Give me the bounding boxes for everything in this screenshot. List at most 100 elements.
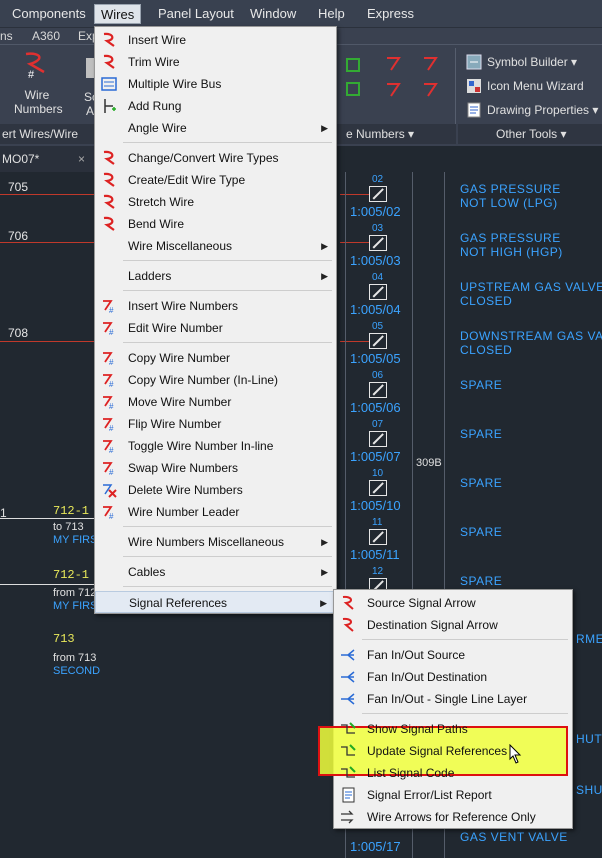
ribbon-tab-ns[interactable]: ns xyxy=(0,29,13,43)
ribbon-wire-icon[interactable] xyxy=(385,56,401,72)
svg-text:#: # xyxy=(109,468,114,476)
desc-partial: SHU xyxy=(576,783,602,797)
icon-menu-wizard-icon[interactable] xyxy=(466,78,482,94)
ref-line-number: 03 xyxy=(372,223,384,234)
menu-item-label: Fan In/Out - Single Line Layer xyxy=(367,692,528,706)
panel-label-wire-numbers[interactable]: e Numbers ▾ xyxy=(336,124,456,144)
wires-menu-item-trim-wire[interactable]: Trim Wire xyxy=(95,51,336,73)
menu-item-label: Wire Miscellaneous xyxy=(128,239,233,253)
wires-menu-item-angle-wire[interactable]: Angle Wire ▶ xyxy=(95,117,336,139)
chevron-right-icon: ▶ xyxy=(321,241,328,251)
signal-ref-box-icon[interactable] xyxy=(369,382,387,398)
wires-menu-item-stretch-wire[interactable]: Stretch Wire xyxy=(95,191,336,213)
close-icon[interactable]: × xyxy=(78,146,85,172)
chevron-right-icon: ▶ xyxy=(320,598,327,608)
ref-line-number: 05 xyxy=(372,321,384,332)
wires-menu-item-multiple-wire-bus[interactable]: Multiple Wire Bus xyxy=(95,73,336,95)
wires-menu-item-insert-wire-numbers[interactable]: # Insert Wire Numbers xyxy=(95,295,336,317)
signal-menu-item-fan-in-out-destination[interactable]: Fan In/Out Destination xyxy=(334,666,572,688)
signal-menu-item-show-signal-paths[interactable]: Show Signal Paths xyxy=(334,718,572,740)
svg-text:#: # xyxy=(109,358,114,366)
signal-menu-item-source-signal-arrow[interactable]: Source Signal Arrow xyxy=(334,592,572,614)
menu-components[interactable]: Components xyxy=(6,4,92,24)
symbol-builder-icon[interactable] xyxy=(466,54,482,70)
menu-panel-layout[interactable]: Panel Layout xyxy=(152,4,240,24)
wires-menu-item-wire-numbers-miscellaneous[interactable]: Wire Numbers Miscellaneous ▶ xyxy=(95,531,336,553)
signal-ref-box-icon[interactable] xyxy=(369,529,387,545)
wires-menu-item-wire-miscellaneous[interactable]: Wire Miscellaneous ▶ xyxy=(95,235,336,257)
ref-line-number: 04 xyxy=(372,272,384,283)
toggle-inline-icon: # xyxy=(101,438,117,455)
signal-description: DOWNSTREAM GAS VALV CLOSED xyxy=(460,329,602,357)
menu-wires[interactable]: Wires xyxy=(94,4,142,24)
wires-menu-item-ladders[interactable]: Ladders ▶ xyxy=(95,265,336,287)
panel-label-other-tools[interactable]: Other Tools ▾ xyxy=(458,124,602,144)
wires-menu-item-create-edit-wire-type[interactable]: Create/Edit Wire Type xyxy=(95,169,336,191)
wire-numbers-icon[interactable]: # xyxy=(22,50,52,81)
menu-item-label: Fan In/Out Destination xyxy=(367,670,488,684)
signal-menu-item-update-signal-references[interactable]: Update Signal References xyxy=(334,740,572,762)
wires-menu-item-copy-wire-number-in-line[interactable]: # Copy Wire Number (In-Line) xyxy=(95,369,336,391)
signal-ref-box-icon[interactable] xyxy=(369,480,387,496)
menu-item-label: Ladders xyxy=(128,269,172,283)
drawing-properties-button[interactable]: Drawing Properties ▾ xyxy=(487,103,598,117)
ribbon-small-icon[interactable] xyxy=(346,58,360,72)
signal-ref-text: from 712 xyxy=(53,587,97,599)
insert-wire-icon xyxy=(101,32,117,48)
signal-menu-item-destination-signal-arrow[interactable]: Destination Signal Arrow xyxy=(334,614,572,636)
wires-menu-item-add-rung[interactable]: Add Rung xyxy=(95,95,336,117)
wires-menu-item-copy-wire-number[interactable]: # Copy Wire Number xyxy=(95,347,336,369)
menu-express[interactable]: Express xyxy=(361,4,420,24)
yellow-label: 712-1 xyxy=(53,504,90,518)
wires-menu-item-delete-wire-numbers[interactable]: Delete Wire Numbers xyxy=(95,479,336,501)
signal-menu-item-fan-in-out-single-line-layer[interactable]: Fan In/Out - Single Line Layer xyxy=(334,688,572,710)
menu-item-label: Wire Number Leader xyxy=(128,505,240,519)
stretch-wire-icon xyxy=(101,194,117,210)
signal-menu-item-list-signal-code[interactable]: List Signal Code xyxy=(334,762,572,784)
wires-menu-item-insert-wire[interactable]: Insert Wire xyxy=(95,29,336,51)
ref-309b: 309B xyxy=(416,457,442,469)
desc-partial: HUTO xyxy=(576,732,602,746)
svg-text:#: # xyxy=(28,69,35,80)
svg-text:#: # xyxy=(109,424,114,432)
menu-help[interactable]: Help xyxy=(312,4,351,24)
convert-wire-icon xyxy=(101,150,117,166)
ref-number: 1:005/04 xyxy=(350,302,401,317)
ribbon-tab-a360[interactable]: A360 xyxy=(32,29,60,43)
schematic-icon[interactable] xyxy=(86,58,94,78)
destination-arrow-icon xyxy=(340,617,356,633)
wires-menu-item-swap-wire-numbers[interactable]: # Swap Wire Numbers xyxy=(95,457,336,479)
svg-text:#: # xyxy=(109,380,114,388)
ribbon-wire4-icon[interactable] xyxy=(422,82,438,98)
document-tab[interactable]: MO07* × xyxy=(0,146,100,172)
ribbon-wire3-icon[interactable] xyxy=(385,82,401,98)
icon-menu-wizard-button[interactable]: Icon Menu Wizard xyxy=(487,79,584,93)
wires-menu-item-signal-references[interactable]: Signal References ▶ xyxy=(95,591,336,613)
wires-menu-item-flip-wire-number[interactable]: # Flip Wire Number xyxy=(95,413,336,435)
svg-text:#: # xyxy=(109,446,114,454)
wires-menu-item-change-convert-wire-types[interactable]: Change/Convert Wire Types xyxy=(95,147,336,169)
wires-menu-item-edit-wire-number[interactable]: # Edit Wire Number xyxy=(95,317,336,339)
wire-numbers-button-label[interactable]: Wire Numbers xyxy=(14,88,63,116)
wires-menu-item-bend-wire[interactable]: Bend Wire xyxy=(95,213,336,235)
ribbon-wire2-icon[interactable] xyxy=(422,56,438,72)
flip-wire-number-icon: # xyxy=(101,416,117,433)
signal-menu-item-signal-error-list-report[interactable]: Signal Error/List Report xyxy=(334,784,572,806)
wires-menu-item-toggle-wire-number-in-line[interactable]: # Toggle Wire Number In-line xyxy=(95,435,336,457)
drawing-properties-icon[interactable] xyxy=(466,102,482,118)
signal-ref-box-icon[interactable] xyxy=(369,284,387,300)
wires-menu-item-wire-number-leader[interactable]: # Wire Number Leader xyxy=(95,501,336,523)
signal-ref-box-icon[interactable] xyxy=(369,431,387,447)
signal-menu-item-fan-in-out-source[interactable]: Fan In/Out Source xyxy=(334,644,572,666)
ribbon-small-icon-2[interactable] xyxy=(346,82,360,96)
signal-ref-box-icon[interactable] xyxy=(369,333,387,349)
signal-ref-box-icon[interactable] xyxy=(369,186,387,202)
menu-window[interactable]: Window xyxy=(244,4,302,24)
wires-menu-item-move-wire-number[interactable]: # Move Wire Number xyxy=(95,391,336,413)
symbol-builder-button[interactable]: Symbol Builder ▾ xyxy=(487,55,577,69)
signal-ref-box-icon[interactable] xyxy=(369,235,387,251)
yellow-label: 712-1 xyxy=(53,568,90,582)
signal-menu-item-wire-arrows-for-reference-only[interactable]: Wire Arrows for Reference Only xyxy=(334,806,572,828)
wires-menu-item-cables[interactable]: Cables ▶ xyxy=(95,561,336,583)
menu-item-label: Toggle Wire Number In-line xyxy=(128,439,274,453)
